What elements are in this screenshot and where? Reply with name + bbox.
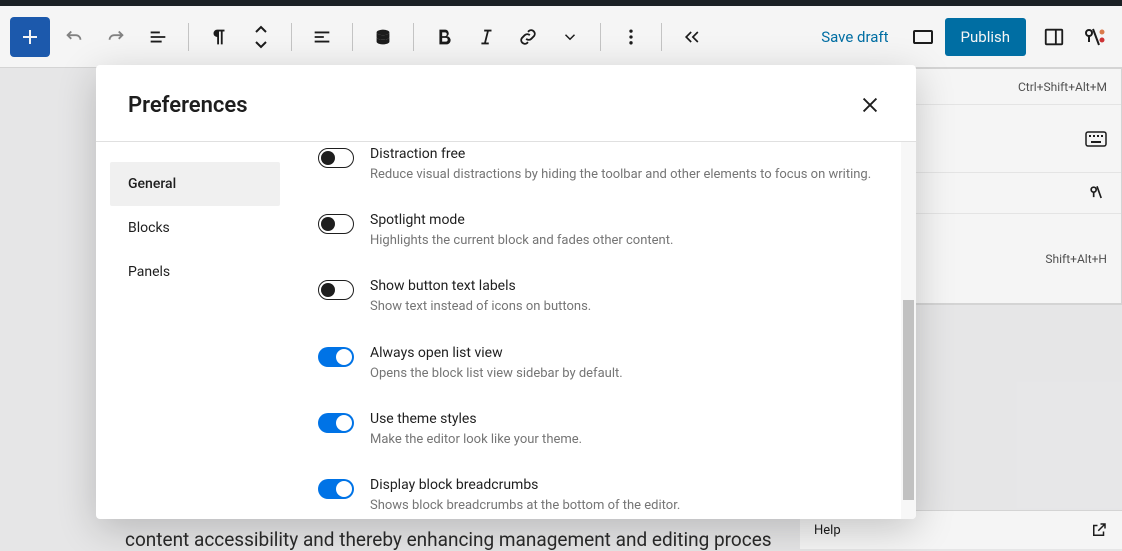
preferences-content: Distraction free Reduce visual distractio… (288, 142, 916, 519)
option-description: Opens the block list view sidebar by def… (370, 365, 886, 383)
option-label: Always open list view (370, 345, 886, 361)
option-label: Display block breadcrumbs (370, 477, 886, 493)
toggle-switch[interactable] (318, 214, 354, 234)
close-button[interactable] (856, 91, 884, 119)
option-label: Show button text labels (370, 278, 886, 294)
nav-panels[interactable]: Panels (110, 250, 280, 294)
toggle-switch[interactable] (318, 347, 354, 367)
option-description: Show text instead of icons on buttons. (370, 298, 886, 316)
nav-general[interactable]: General (110, 162, 280, 206)
toggle-switch[interactable] (318, 413, 354, 433)
option-label: Distraction free (370, 146, 886, 162)
toggle-switch[interactable] (318, 280, 354, 300)
scrollbar[interactable] (901, 142, 916, 519)
scrollbar-thumb[interactable] (903, 300, 914, 500)
option-description: Reduce visual distractions by hiding the… (370, 166, 886, 184)
toggle-switch[interactable] (318, 479, 354, 499)
preference-option: Display block breadcrumbs Shows block bre… (318, 463, 886, 519)
option-label: Use theme styles (370, 411, 886, 427)
preference-option: Always open list view Opens the block lis… (318, 331, 886, 397)
preference-option: Use theme styles Make the editor look lik… (318, 397, 886, 463)
preference-option: Spotlight mode Highlights the current blo… (318, 198, 886, 264)
nav-blocks[interactable]: Blocks (110, 206, 280, 250)
option-label: Spotlight mode (370, 212, 886, 228)
preference-option: Show button text labels Show text instead… (318, 264, 886, 330)
option-description: Shows block breadcrumbs at the bottom of… (370, 497, 886, 515)
option-description: Make the editor look like your theme. (370, 431, 886, 449)
option-description: Highlights the current block and fades o… (370, 232, 886, 250)
modal-title: Preferences (128, 93, 248, 118)
preferences-modal: Preferences General Blocks Panels Distra… (96, 65, 916, 519)
toggle-switch[interactable] (318, 148, 354, 168)
modal-header: Preferences (96, 65, 916, 142)
preferences-nav: General Blocks Panels (96, 142, 288, 519)
preference-option: Distraction free Reduce visual distractio… (318, 142, 886, 198)
